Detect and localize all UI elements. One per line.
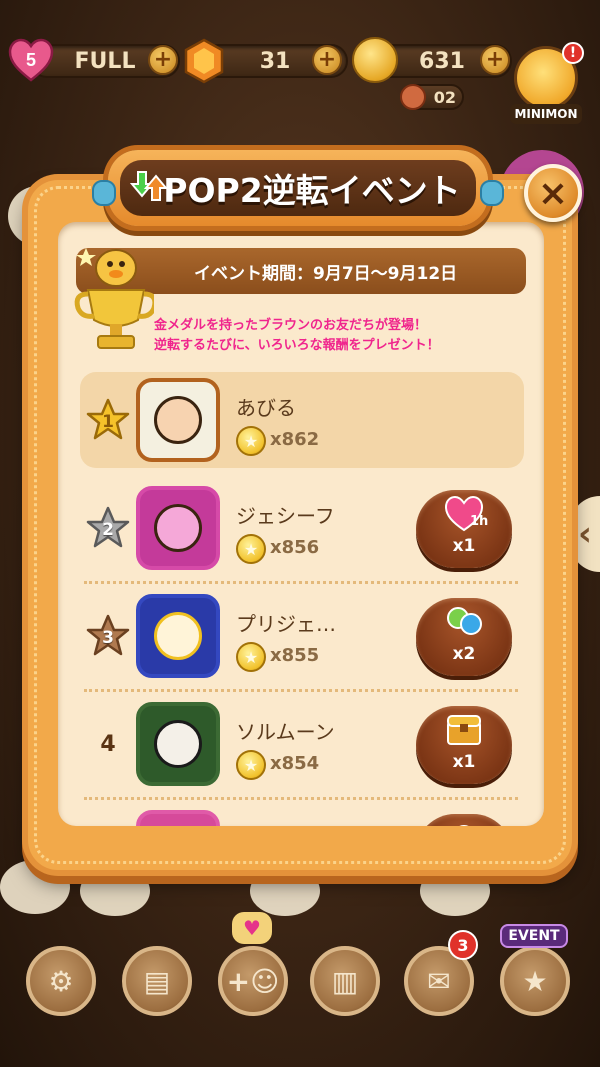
player-name: ソルムーン [236,720,335,744]
timer-pill: 02 [400,84,464,110]
event-button[interactable]: ★ [500,946,570,1016]
description-line-2: 逆転するたびに、いろいろな報酬をプレゼント！ [154,338,440,353]
add-coins-button[interactable]: + [480,45,510,75]
ranking-button[interactable]: ▥ [310,946,380,1016]
plus-label: + [153,47,173,72]
ranking-row[interactable]: 1 あびる ★ x862 [58,368,544,476]
reward-button[interactable] [416,814,512,826]
gem-icon [184,38,224,84]
ranking-list[interactable]: 1 あびる ★ x862 2 ジェシーフ ★ x856 1h x1 3 プリジェ… [58,368,544,826]
event-label: EVENT [500,924,568,948]
ribbon-left [92,180,116,206]
candy-icon [447,607,482,635]
background-bubble [80,866,150,916]
title-plate: POP2逆転イベント [120,160,476,216]
modal-title: POP2逆転イベント [163,171,461,210]
map-button[interactable]: ▤ [122,946,192,1016]
reward-count: x2 [452,644,476,664]
background-bubble [420,866,490,916]
avatar [136,702,220,786]
ranking-row[interactable]: 3 プリジェ… ★ x855 x2 [58,584,544,692]
minimon-alert-badge: ! [562,42,584,64]
player-name: プリジェ… [236,612,336,636]
background-bubble [250,866,320,916]
avatar [136,486,220,570]
reward-duration: 1h [470,514,489,529]
timer-icon [400,84,426,110]
minimon-label: MINIMON [510,104,582,124]
settings-button[interactable]: ⚙ [26,946,96,1016]
swap-arrows-icon [130,171,168,201]
gold-medal-icon: ★ [236,426,266,456]
heart-bubble-icon: ♥ [232,912,272,944]
player-name: ジェシーフ [236,504,335,528]
avatar-face [154,720,202,768]
avatar-face [154,612,202,660]
heart-icon: 5 [8,38,54,82]
reward-count: x1 [452,752,476,772]
gold-medal-icon: ★ [236,750,266,780]
add-gems-button[interactable]: + [312,45,342,75]
trophy-icon [74,248,154,349]
avatar-face [154,504,202,552]
event-modal: イベント期間：9月7日～9月12日 金メダルを持ったブラウンのお友だちが登場！ … [28,180,572,870]
plus-label: + [317,47,337,72]
player-name: ニニ [236,824,276,826]
reward-button[interactable]: x1 [416,706,512,784]
event-period: イベント期間：9月7日～9月12日 [194,263,458,284]
reward-count: x1 [452,536,476,556]
avatar-face [154,396,202,444]
mail-icon: ✉ [427,964,451,998]
event-character-icon: ★ [522,964,548,998]
add-friend-icon: +☺ [226,964,280,998]
avatar [136,810,220,826]
rank-number: 1 [102,412,114,432]
gem-count: 31 [259,48,291,74]
avatar [136,378,220,462]
timer-value: 02 [433,87,456,107]
coin-count: 631 [419,48,465,74]
treasure-chest-icon [447,715,481,745]
plus-label: + [485,47,505,72]
ribbon-right [480,180,504,206]
lives-count: 5 [26,50,36,70]
modal-content: イベント期間：9月7日～9月12日 金メダルを持ったブラウンのお友だちが登場！ … [58,222,544,826]
close-icon: × [537,172,569,214]
scroll-left-arrow-icon[interactable]: ‹ [570,496,600,572]
avatar [136,594,220,678]
podium-icon: ▥ [331,964,359,998]
bottom-nav: ♥ ⚙ ▤ +☺ ▥ ✉ 3 ★ EVENT [0,912,600,1050]
gold-medal-icon: ★ [236,642,266,672]
candy-icon [459,825,469,826]
rank-number: 2 [102,520,114,540]
gear-icon: ⚙ [48,964,74,998]
reward-button[interactable]: x2 [416,598,512,676]
close-button[interactable]: × [524,164,582,222]
mail-badge: 3 [448,930,478,960]
medal-count: x854 [270,753,320,774]
lives-status: FULL [74,48,136,74]
gold-medal-icon: ★ [236,534,266,564]
status-bar: FULL 5 + 31 + 631 + [6,36,516,84]
rank-number: 3 [102,628,114,648]
player-name: あびる [236,396,296,420]
medal-count: x855 [270,645,320,666]
ranking-row[interactable]: ニニ [58,800,544,826]
medal-count: x856 [270,537,320,558]
description-line-1: 金メダルを持ったブラウンのお友だちが登場！ [154,318,428,333]
add-friend-button[interactable]: +☺ [218,946,288,1016]
map-icon: ▤ [143,964,171,998]
minimon-button[interactable]: MINIMON ! [510,42,584,124]
coin-icon [352,37,398,83]
add-lives-button[interactable]: + [148,45,178,75]
event-description: 金メダルを持ったブラウンのお友だちが登場！ 逆転するたびに、いろいろな報酬をプレ… [154,316,534,356]
reward-button[interactable]: 1h x1 [416,490,512,568]
medal-count: x862 [270,429,320,450]
ranking-row[interactable]: 2 ジェシーフ ★ x856 1h x1 [58,476,544,584]
ranking-row[interactable]: 4 ソルムーン ★ x854 x1 [58,692,544,800]
title-banner: POP2逆転イベント [92,150,504,226]
rank-number: 4 [100,731,116,757]
